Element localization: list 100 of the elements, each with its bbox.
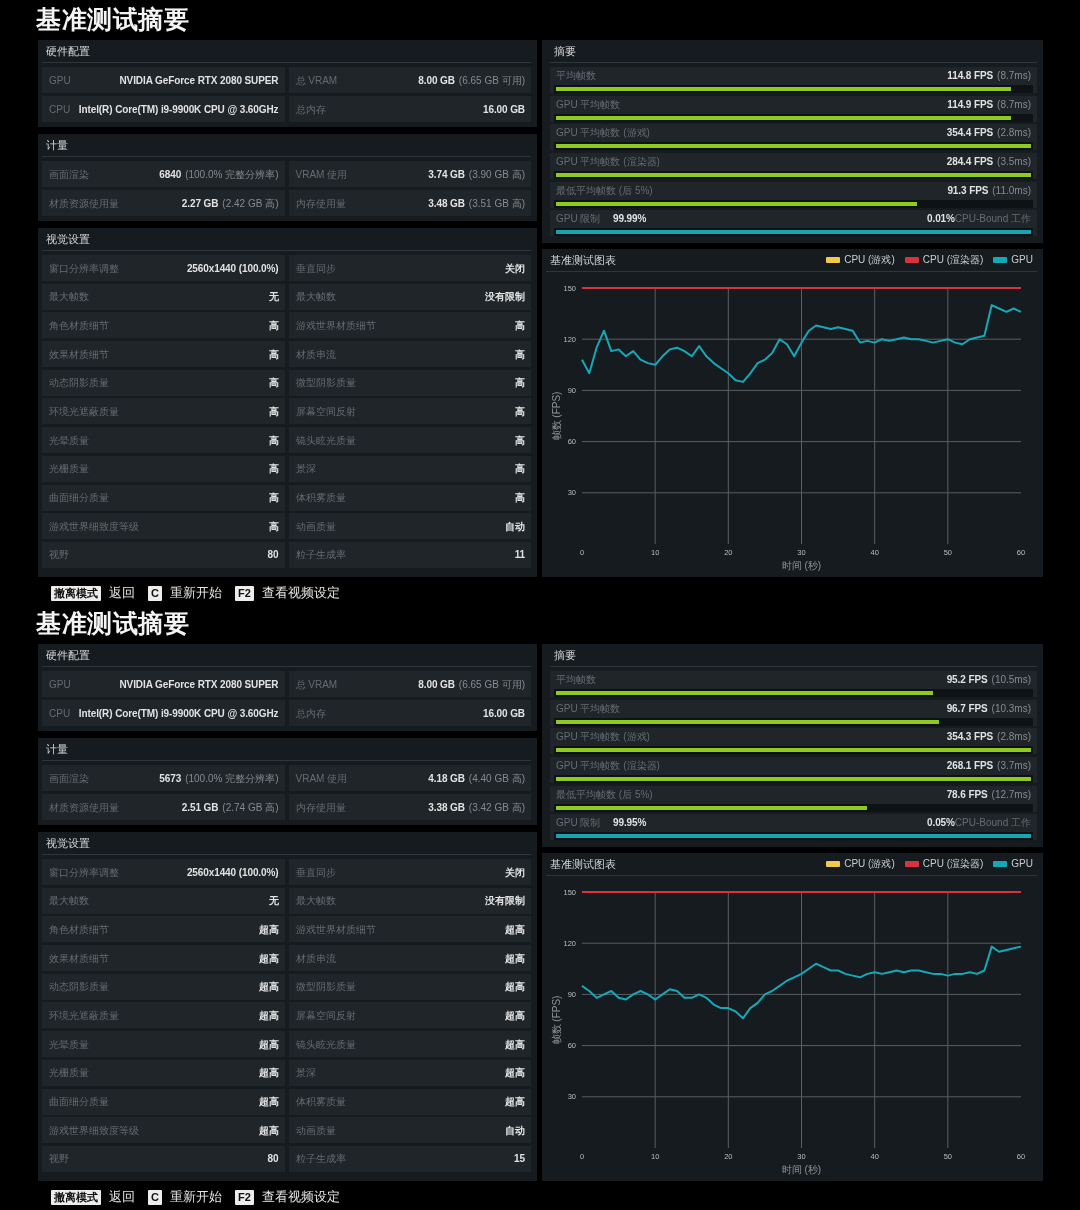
setting-value: 高 bbox=[268, 433, 279, 448]
setting-label: 环境光遮蔽质量 bbox=[49, 404, 119, 419]
setting-value: 15 bbox=[514, 1152, 525, 1167]
stat-label: GPU 平均帧数 (渲染器) bbox=[556, 155, 660, 170]
setting-value: 超高 bbox=[258, 922, 279, 937]
stat-value: 0.05% bbox=[927, 816, 955, 831]
stat-label: 平均帧数 bbox=[556, 69, 596, 83]
value-note: (8.7ms) bbox=[997, 97, 1031, 112]
stat-label: 平均帧数 bbox=[556, 673, 596, 687]
action-label[interactable]: 查看视频设定 bbox=[261, 1189, 340, 1205]
setting-label: 光栅质量 bbox=[49, 462, 89, 477]
setting-value: 6840 bbox=[159, 167, 182, 182]
keycap: 撤离模式 bbox=[51, 1189, 101, 1205]
value-note: (8.7ms) bbox=[997, 69, 1031, 83]
setting-label: 动画质量 bbox=[295, 519, 336, 534]
setting-label: 效果材质细节 bbox=[49, 347, 109, 362]
action-label[interactable]: 返回 bbox=[109, 585, 135, 601]
action-label[interactable]: 返回 bbox=[109, 1189, 135, 1205]
stat-label: GPU 平均帧数 (游戏) bbox=[556, 126, 650, 141]
setting-value: 高 bbox=[268, 519, 279, 534]
setting-label: CPU bbox=[49, 102, 71, 117]
stat-value: 284.4 FPS bbox=[946, 155, 994, 170]
value-note: (6.65 GB 可用) bbox=[458, 677, 525, 692]
setting-value: 3.38 GB bbox=[428, 800, 465, 815]
setting-label: 视野 bbox=[49, 548, 69, 563]
setting-value: 超高 bbox=[505, 1095, 525, 1109]
setting-label: 粒子生成率 bbox=[295, 1152, 346, 1167]
axis-title: 时间 (秒) bbox=[781, 560, 822, 572]
value-note: (6.65 GB 可用) bbox=[458, 73, 525, 88]
setting-label: 材质串流 bbox=[295, 951, 336, 966]
setting-value: 超高 bbox=[258, 1037, 279, 1052]
setting-value: NVIDIA GeForce RTX 2080 SUPER bbox=[119, 677, 279, 692]
setting-label: 游戏世界材质细节 bbox=[295, 318, 376, 333]
value-note: (3.7ms) bbox=[997, 759, 1031, 774]
setting-label: 角色材质细节 bbox=[49, 318, 109, 333]
setting-label: 环境光遮蔽质量 bbox=[49, 1008, 119, 1023]
panel-title: 硬件配置 bbox=[42, 644, 531, 667]
setting-label: VRAM 使用 bbox=[295, 771, 348, 786]
action-label[interactable]: 重新开始 bbox=[169, 1189, 222, 1205]
stat-label: CPU-Bound 工作 bbox=[954, 212, 1031, 227]
setting-value: 2560x1440 (100.0%) bbox=[186, 865, 279, 880]
setting-value: Intel(R) Core(TM) i9-9900K CPU @ 3.60GHz bbox=[78, 102, 279, 117]
setting-label: 总内存 bbox=[295, 706, 326, 721]
setting-label: GPU bbox=[49, 677, 71, 692]
setting-value: 超高 bbox=[258, 980, 279, 995]
stat-value: 78.6 FPS bbox=[946, 787, 988, 802]
panel-title: 基准测试图表 bbox=[550, 856, 616, 872]
setting-value: 高 bbox=[268, 491, 279, 505]
setting-label: 光晕质量 bbox=[49, 1037, 89, 1052]
value-note: (3.5ms) bbox=[997, 155, 1031, 170]
setting-label: 总 VRAM bbox=[295, 73, 338, 88]
panel-title: 视觉设置 bbox=[42, 228, 531, 251]
setting-label: 屏幕空间反射 bbox=[295, 1008, 356, 1023]
setting-value: 超高 bbox=[505, 980, 525, 995]
setting-value: 高 bbox=[515, 491, 525, 505]
setting-label: 屏幕空间反射 bbox=[295, 404, 356, 419]
stat-label: GPU 平均帧数 (游戏) bbox=[556, 730, 650, 745]
stat-label: GPU 平均帧数 bbox=[556, 701, 621, 716]
stat-label: GPU 平均帧数 (渲染器) bbox=[556, 759, 660, 774]
setting-label: 角色材质细节 bbox=[49, 922, 109, 937]
setting-value: 高 bbox=[515, 347, 525, 362]
axis-title: 帧数 (FPS) bbox=[551, 392, 562, 441]
setting-label: 内存使用量 bbox=[295, 800, 346, 815]
setting-value: 超高 bbox=[258, 951, 279, 966]
setting-value: 无 bbox=[268, 290, 279, 305]
panel-title: 计量 bbox=[42, 738, 531, 761]
action-label[interactable]: 查看视频设定 bbox=[261, 585, 340, 601]
setting-value: 80 bbox=[267, 1152, 279, 1167]
setting-value: 2.27 GB bbox=[181, 196, 219, 211]
stat-value: 0.01% bbox=[927, 212, 955, 227]
setting-value: 16.00 GB bbox=[483, 706, 525, 721]
value-note: (4.40 GB 高) bbox=[468, 771, 525, 786]
setting-value: 超高 bbox=[258, 1008, 279, 1023]
stat-label: GPU 限制 bbox=[556, 212, 602, 227]
setting-label: GPU bbox=[49, 73, 71, 88]
value-note: (3.42 GB 高) bbox=[468, 800, 525, 815]
stat-label: CPU-Bound 工作 bbox=[954, 816, 1031, 831]
page-title: 基准测试摘要 bbox=[36, 608, 189, 639]
setting-label: 曲面细分质量 bbox=[49, 1095, 109, 1109]
value-note: (11.0ms) bbox=[992, 183, 1031, 198]
panel-title: 视觉设置 bbox=[42, 832, 531, 855]
action-label[interactable]: 重新开始 bbox=[169, 585, 222, 601]
setting-label: 内存使用量 bbox=[295, 196, 346, 211]
keycap: F2 bbox=[234, 1189, 254, 1205]
setting-value: 2.51 GB bbox=[181, 800, 219, 815]
setting-label: 光晕质量 bbox=[49, 433, 89, 448]
setting-label: 总 VRAM bbox=[295, 677, 338, 692]
value-note: (12.7ms) bbox=[991, 787, 1031, 802]
setting-value: 11 bbox=[514, 548, 525, 563]
setting-label: 最大帧数 bbox=[49, 290, 89, 305]
setting-value: 8.00 GB bbox=[418, 73, 455, 88]
panel-title: 硬件配置 bbox=[42, 40, 531, 63]
setting-label: 游戏世界细致度等级 bbox=[49, 519, 139, 534]
setting-value: Intel(R) Core(TM) i9-9900K CPU @ 3.60GHz bbox=[78, 706, 279, 721]
value-note: (2.42 GB 高) bbox=[222, 196, 279, 211]
value-note: (2.8ms) bbox=[997, 730, 1031, 745]
stat-label: GPU 平均帧数 bbox=[556, 97, 621, 112]
setting-value: 没有限制 bbox=[485, 290, 525, 305]
panel-title: 摘要 bbox=[550, 40, 1037, 63]
legend-label: CPU (渲染器) bbox=[922, 857, 984, 872]
